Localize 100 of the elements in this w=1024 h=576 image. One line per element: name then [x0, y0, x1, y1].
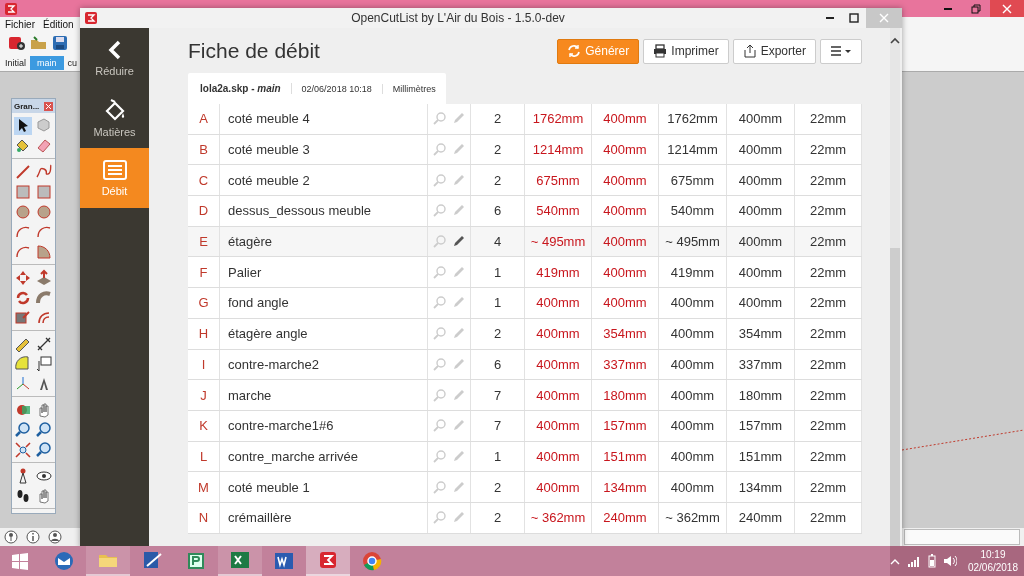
sidebar-item[interactable]: Matières [80, 88, 149, 148]
clock-time[interactable]: 10:19 [980, 548, 1006, 561]
sidebar-item[interactable]: Réduire [80, 28, 149, 88]
taskbar-app[interactable] [218, 546, 262, 576]
circle-icon[interactable] [14, 202, 32, 221]
push-pull-icon[interactable] [35, 268, 53, 287]
clock-date[interactable]: 02/06/2018 [967, 561, 1018, 574]
table-cell: 1 [471, 288, 525, 318]
table-cell: 157mm [727, 410, 795, 441]
part-letter: A [188, 104, 220, 134]
pencil-icon[interactable] [452, 235, 465, 249]
pie-icon[interactable] [35, 242, 53, 261]
table-cell: 400mm [727, 134, 795, 165]
battery-icon[interactable] [927, 554, 936, 568]
volume-icon[interactable] [942, 554, 957, 568]
close-icon [879, 13, 889, 23]
table-cell: 400mm [525, 288, 592, 318]
table-cell: 6 [471, 349, 525, 380]
magnifier-icon[interactable] [35, 420, 53, 439]
table-cell: 400mm [727, 104, 795, 134]
part-letter: H [188, 318, 220, 349]
magnifier-icon[interactable] [14, 420, 32, 439]
table-cell: 1762mm [525, 104, 592, 134]
scale-icon[interactable] [14, 308, 32, 327]
table-cell: 400mm [525, 472, 592, 502]
table-cell: 22mm [795, 410, 862, 441]
table-cell: 151mm [592, 441, 659, 472]
table-cell: 22mm [795, 380, 862, 410]
signal-icon[interactable] [906, 555, 921, 567]
scene-tab[interactable]: Initial [3, 55, 28, 70]
part-letter: I [188, 349, 220, 380]
app-logo-icon [4, 1, 18, 16]
table-cell: 2 [471, 104, 525, 134]
circle-icon[interactable] [35, 202, 53, 221]
arrow-cursor-icon[interactable] [14, 116, 32, 135]
table-cell: 22mm [795, 104, 862, 134]
table-cell: 400mm [525, 441, 592, 472]
folder-icon[interactable] [30, 35, 48, 51]
table-cell: 400mm [525, 318, 592, 349]
table-cell: 400mm [659, 441, 727, 472]
chevron-up-icon[interactable] [889, 557, 900, 565]
part-letter: M [188, 472, 220, 502]
menu-button[interactable] [820, 38, 862, 64]
rectangle-icon[interactable] [14, 182, 32, 201]
export-icon [742, 44, 757, 58]
part-name: coté meuble 3 [220, 134, 428, 165]
table-cell: 400mm [592, 196, 659, 226]
table-cell: 400mm [659, 349, 727, 380]
info-icon[interactable] [26, 530, 40, 544]
palette-title: Gran... [14, 101, 40, 111]
table-cell: 2 [471, 134, 525, 165]
close-button[interactable] [990, 0, 1024, 17]
info-tab[interactable]: lola2a.skp - main 02/06/2018 10:18 Millimètres [188, 73, 446, 104]
taskbar-app[interactable] [306, 546, 350, 576]
table-cell: 675mm [525, 165, 592, 196]
user-icon[interactable] [48, 530, 62, 544]
part-letter: J [188, 380, 220, 410]
table-cell: 400mm [727, 257, 795, 288]
windows-logo-icon[interactable] [11, 552, 29, 570]
zoom-extents-icon[interactable] [14, 440, 32, 459]
pencil-icon[interactable] [14, 162, 32, 181]
app-logo-icon [84, 11, 98, 25]
magnifier-icon[interactable] [35, 440, 53, 459]
table-cell: 22mm [795, 502, 862, 533]
table-cell: 6 [471, 196, 525, 226]
part-letter: K [188, 410, 220, 441]
table-cell: 22mm [795, 134, 862, 165]
menu-icon [830, 45, 852, 57]
toolbar-button[interactable]: Exporter [732, 38, 816, 64]
chevron-up-icon[interactable] [890, 36, 900, 44]
scene-tab[interactable]: cu [65, 55, 80, 70]
part-name: dessus_dessous meuble [220, 196, 428, 226]
menu-item[interactable]: Édition [43, 19, 74, 30]
table-cell: 157mm [592, 410, 659, 441]
table-cell: 180mm [592, 380, 659, 410]
geolocation-icon[interactable] [4, 530, 18, 544]
toolbar-button[interactable]: Imprimer [643, 38, 729, 64]
table-cell: 400mm [592, 288, 659, 318]
measurement-field[interactable] [904, 529, 1020, 545]
scroll-thumb[interactable] [890, 248, 900, 548]
document-icon [273, 550, 295, 572]
close-icon[interactable] [44, 101, 53, 111]
part-name: coté meuble 4 [220, 104, 428, 134]
part-letter: F [188, 257, 220, 288]
scrollbar[interactable] [890, 28, 900, 548]
part-letter: L [188, 441, 220, 472]
new-file-icon[interactable] [8, 35, 26, 51]
table-cell: 7 [471, 410, 525, 441]
table-cell: 2 [471, 472, 525, 502]
table-cell: 22mm [795, 288, 862, 318]
part-letter: B [188, 134, 220, 165]
browser-icon [361, 550, 383, 572]
menu-item[interactable]: Fichier [5, 19, 35, 30]
table-cell: 4 [471, 226, 525, 257]
part-name: contre-marche1#6 [220, 410, 428, 441]
save-icon[interactable] [52, 35, 68, 51]
table-row[interactable]: E étagère 4 ~ 495mm 400mm ~ 495mm 400mm 22mm [188, 226, 862, 258]
table-cell: 400mm [592, 257, 659, 288]
rectangle-icon[interactable] [35, 182, 53, 201]
unit-text: Millimètres [391, 83, 437, 94]
